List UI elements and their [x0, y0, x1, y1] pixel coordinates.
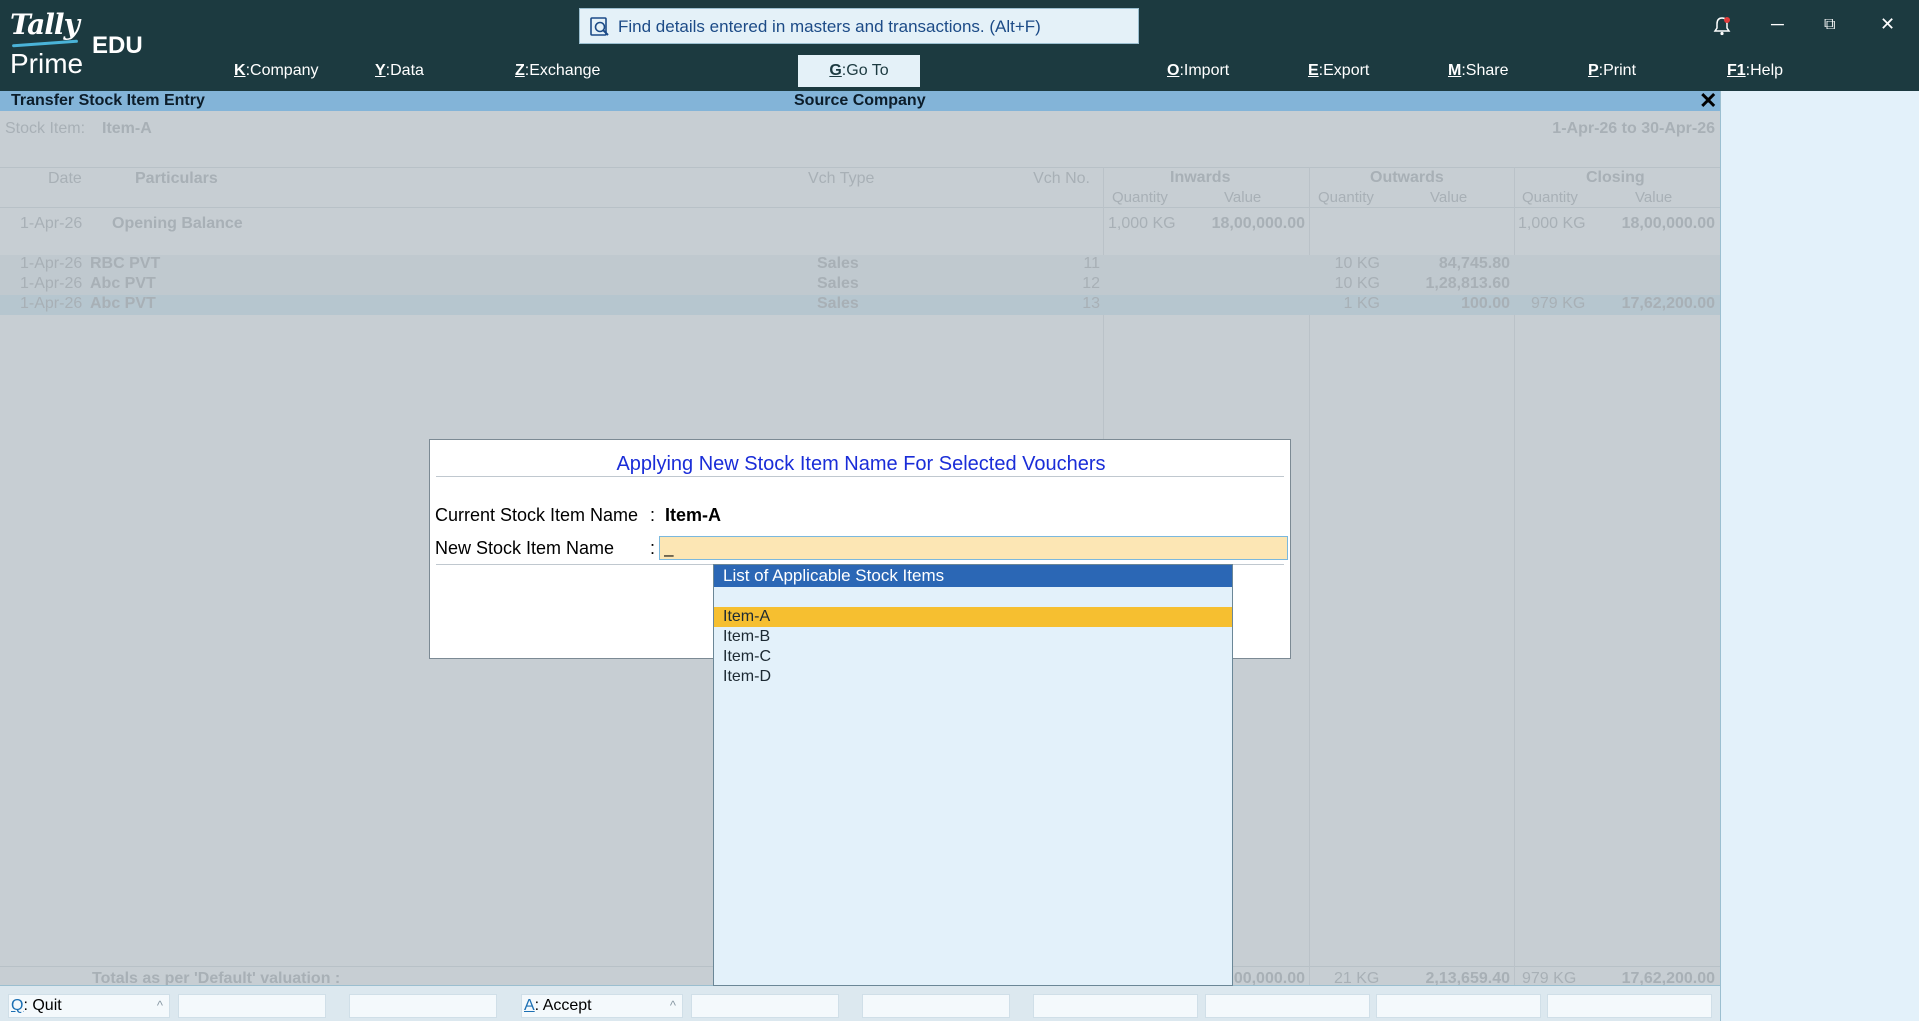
header-top-rule	[0, 167, 1720, 168]
row-vch-no: 12	[1082, 275, 1100, 292]
edition-label: EDU	[92, 32, 143, 59]
row-party: Abc PVT	[90, 295, 156, 312]
col-inwards: Inwards	[1170, 169, 1231, 186]
row-cl-qty: 979 KG	[1531, 295, 1586, 312]
menu-data[interactable]: Y:Data	[375, 60, 424, 82]
row-party: RBC PVT	[90, 255, 161, 272]
menu-import[interactable]: O:Import	[1167, 60, 1229, 82]
col-out-val: Value	[1430, 189, 1468, 206]
row-date: 1-Apr-26	[20, 295, 83, 312]
search-placeholder: Find details entered in masters and tran…	[618, 17, 1041, 36]
row-vch-no: 13	[1082, 295, 1100, 312]
row-out-qty: 1 KG	[1343, 295, 1380, 312]
search-box[interactable]: Find details entered in masters and tran…	[579, 8, 1139, 44]
current-item-label: Current Stock Item Name	[435, 505, 639, 525]
row-party: Abc PVT	[90, 275, 156, 292]
row-out-qty: 10 KG	[1334, 275, 1380, 292]
new-stock-item-name-input[interactable]	[659, 536, 1288, 560]
close-window-button[interactable]: ✕	[1880, 14, 1895, 35]
menu-help[interactable]: F1:Help	[1727, 60, 1783, 82]
menu-exchange[interactable]: Z:Exchange	[515, 60, 600, 82]
opening-in-val: 18,00,000.00	[1211, 215, 1305, 232]
colon: :	[650, 505, 656, 525]
col-closing: Closing	[1586, 169, 1645, 186]
list-item-item-b[interactable]: Item-B	[714, 627, 1232, 647]
row-out-val: 100.00	[1461, 295, 1510, 312]
screen-title: Transfer Stock Item Entry	[11, 92, 205, 109]
right-button-panel	[1720, 91, 1919, 1021]
minimize-button[interactable]: ─	[1771, 14, 1784, 35]
list-item-item-c[interactable]: Item-C	[714, 647, 1232, 667]
restore-button[interactable]: ⧉	[1824, 16, 1835, 34]
menu-export[interactable]: E:Export	[1308, 60, 1369, 82]
colon: :	[650, 538, 656, 558]
search-icon	[590, 17, 609, 36]
footer-slot-empty	[691, 994, 839, 1018]
row-out-val: 84,745.80	[1438, 255, 1510, 272]
accept-button[interactable]: A: Accept ^	[521, 994, 683, 1018]
col-cl-val: Value	[1635, 189, 1673, 206]
row-out-qty: 10 KG	[1334, 255, 1380, 272]
col-in-qty: Quantity	[1112, 189, 1168, 206]
row-vch-type: Sales	[817, 275, 859, 292]
screen-title-bar: Transfer Stock Item Entry Source Company…	[0, 88, 1720, 113]
new-item-label: New Stock Item Name	[435, 538, 615, 558]
row-vch-type: Sales	[817, 255, 859, 272]
row-date: 1-Apr-26	[20, 255, 83, 272]
current-item-value: Item-A	[665, 505, 722, 525]
col-date: Date	[48, 170, 82, 187]
footer-slot-empty	[862, 994, 1010, 1018]
header-bottom-rule	[0, 207, 1720, 208]
footer-slot-empty	[1205, 994, 1370, 1018]
footer-slot-empty	[1547, 994, 1712, 1018]
opening-date: 1-Apr-26	[20, 215, 83, 232]
stock-item-list-popup: List of Applicable Stock Items Item-A It…	[713, 564, 1233, 986]
row-out-val: 1,28,813.60	[1425, 275, 1510, 292]
row-vch-no: 11	[1083, 255, 1100, 272]
row-vch-type: Sales	[817, 295, 859, 312]
opening-label: Opening Balance	[112, 215, 243, 232]
menu-print[interactable]: P:Print	[1588, 60, 1636, 82]
col-particulars: Particulars	[135, 170, 218, 187]
period-range: 1-Apr-26 to 30-Apr-26	[1552, 120, 1715, 137]
col-cl-qty: Quantity	[1522, 189, 1578, 206]
dialog-title: Applying New Stock Item Name For Selecte…	[616, 453, 1106, 475]
col-outwards: Outwards	[1370, 169, 1444, 186]
opening-cl-qty: 1,000 KG	[1518, 215, 1586, 232]
footer-slot-empty	[1376, 994, 1541, 1018]
list-item-item-a[interactable]: Item-A	[714, 607, 1232, 627]
prime-logo-text: Prime	[10, 48, 84, 79]
menu-share[interactable]: M:Share	[1448, 60, 1508, 82]
menu-company[interactable]: K:Company	[234, 60, 319, 82]
tally-logo: Tally	[10, 8, 80, 41]
bottom-button-bar: Q: Quit ^ A: Accept ^	[0, 985, 1720, 1021]
opening-cl-val: 18,00,000.00	[1621, 215, 1715, 232]
row-date: 1-Apr-26	[20, 275, 83, 292]
list-item-item-d[interactable]: Item-D	[714, 667, 1232, 687]
footer-slot-empty	[178, 994, 326, 1018]
footer-slot-empty	[1033, 994, 1198, 1018]
stock-item-label: Stock Item:	[5, 120, 86, 137]
row-cl-val: 17,62,200.00	[1621, 295, 1715, 312]
company-title: Source Company	[794, 92, 926, 109]
menu-goto[interactable]: G:Go To	[798, 55, 920, 87]
col-vch-type: Vch Type	[808, 170, 875, 187]
stock-item-value: Item-A	[102, 120, 152, 137]
col-out-qty: Quantity	[1318, 189, 1374, 206]
footer-slot-empty	[349, 994, 497, 1018]
list-header: List of Applicable Stock Items	[714, 565, 1232, 587]
quit-button[interactable]: Q: Quit ^	[8, 994, 170, 1018]
opening-in-qty: 1,000 KG	[1108, 215, 1176, 232]
dialog-divider	[436, 476, 1284, 477]
bell-icon[interactable]	[1713, 16, 1731, 36]
col-in-val: Value	[1224, 189, 1262, 206]
top-bar: Tally Prime EDU Find details entered in …	[0, 0, 1919, 91]
col-vch-no: Vch No.	[1033, 170, 1090, 187]
